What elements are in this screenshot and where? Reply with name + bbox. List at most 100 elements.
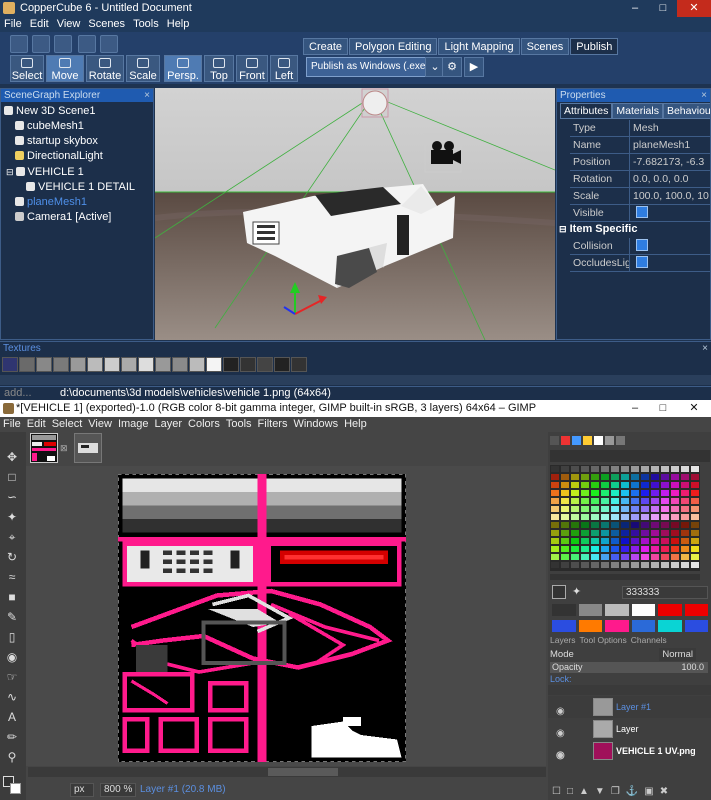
move-tool-icon[interactable]: ✥ [5, 450, 19, 464]
crop-icon[interactable]: ⌖ [5, 530, 19, 544]
fuzzy-select-icon[interactable]: ✦ [5, 510, 19, 524]
menu-colors[interactable]: Colors [185, 417, 223, 432]
texture-thumb[interactable] [240, 357, 256, 372]
duplicate-layer-icon[interactable]: ❐ [611, 786, 620, 800]
lower-layer-icon[interactable]: ▼ [595, 786, 605, 800]
transform-icon[interactable]: ↻ [5, 550, 19, 564]
menu-layer[interactable]: Layer [152, 417, 186, 432]
brush-icon[interactable] [605, 436, 614, 445]
recent-color-swatch[interactable] [684, 620, 708, 632]
maximize-icon[interactable]: □ [649, 0, 677, 17]
eye-icon[interactable]: ◉ [556, 745, 565, 767]
recent-color-swatch[interactable] [605, 604, 629, 616]
rotate-tool-button[interactable]: Rotate [86, 55, 124, 82]
raise-layer-icon[interactable]: ▲ [579, 786, 589, 800]
texture-thumb[interactable] [53, 357, 69, 372]
maximize-icon[interactable]: □ [649, 400, 677, 417]
texture-thumb[interactable] [36, 357, 52, 372]
front-view-button[interactable]: Front [236, 55, 268, 82]
tab-attributes[interactable]: Attributes [560, 103, 613, 119]
fg-color-preview[interactable] [552, 585, 566, 599]
smudge-icon[interactable]: ☞ [5, 670, 19, 684]
recent-color-swatch[interactable] [684, 604, 708, 616]
redo-icon[interactable] [100, 35, 118, 53]
position-field[interactable]: -7.682173, -6.3 [630, 154, 710, 170]
zoom-select[interactable]: 800 % [100, 783, 136, 797]
tree-item-skybox[interactable]: startup skybox [15, 134, 98, 148]
texture-thumb[interactable] [257, 357, 273, 372]
unit-select[interactable]: px [70, 783, 94, 797]
texture-thumb[interactable] [70, 357, 86, 372]
menu-help[interactable]: Help [163, 17, 194, 32]
zoom-icon[interactable]: ⚲ [5, 750, 19, 764]
fg-bg-icon[interactable] [550, 436, 559, 445]
tree-item-vehicle-detail[interactable]: VEHICLE 1 DETAIL [26, 180, 135, 194]
scale-field[interactable]: 100.0, 100.0, 10 [630, 188, 710, 204]
tab-channels[interactable]: Channels [631, 635, 667, 645]
3d-viewport[interactable] [155, 88, 555, 340]
close-icon[interactable]: ✕ [677, 400, 711, 417]
collision-checkbox[interactable] [636, 239, 648, 251]
select-tool-button[interactable]: Select [10, 55, 44, 82]
tree-item-planemesh[interactable]: planeMesh1 [15, 195, 87, 209]
menu-filters[interactable]: Filters [255, 417, 291, 432]
tab-create[interactable]: Create [303, 38, 349, 55]
mask-icon[interactable]: ▣ [644, 786, 653, 800]
publish-target-select[interactable]: Publish as Windows (.exe) [306, 57, 436, 77]
scroll-thumb[interactable] [268, 768, 338, 776]
layer-row[interactable]: ◉ VEHICLE 1 UV.png [548, 740, 711, 762]
menu-edit[interactable]: Edit [26, 17, 53, 32]
recent-color-swatch[interactable] [631, 620, 655, 632]
texture-thumb[interactable] [189, 357, 205, 372]
tree-item-light[interactable]: DirectionalLight [15, 149, 103, 163]
save-icon[interactable] [54, 35, 72, 53]
type-value[interactable]: Mesh [630, 120, 710, 136]
minimize-icon[interactable]: – [621, 0, 649, 17]
scale-tool-button[interactable]: Scale [126, 55, 160, 82]
move-tool-button[interactable]: Move [46, 55, 84, 82]
add-texture-button[interactable]: add... [0, 387, 40, 400]
hex-color-field[interactable]: 333333 [622, 586, 708, 599]
clone-icon[interactable]: ◉ [5, 650, 19, 664]
menu-help[interactable]: Help [341, 417, 370, 432]
texture-thumb[interactable] [155, 357, 171, 372]
eyedropper-icon[interactable]: ✦ [572, 585, 586, 599]
name-field[interactable]: planeMesh1 [630, 137, 710, 153]
menu-file[interactable]: File [0, 17, 26, 32]
horizontal-scrollbar[interactable] [28, 767, 546, 777]
close-icon[interactable]: × [702, 342, 708, 355]
mode-select[interactable]: Normal [659, 648, 696, 661]
tab-tool-options[interactable]: Tool Options [580, 635, 627, 645]
palette-icon[interactable] [594, 436, 603, 445]
palette-icon[interactable] [583, 436, 592, 445]
menu-file[interactable]: File [0, 417, 24, 432]
perspective-view-button[interactable]: Persp. [164, 55, 202, 82]
canvas-area[interactable] [26, 466, 546, 766]
menu-tools[interactable]: Tools [129, 17, 163, 32]
recent-color-swatch[interactable] [631, 604, 655, 616]
texture-thumb[interactable] [121, 357, 137, 372]
rect-select-icon[interactable]: □ [5, 470, 19, 484]
new-layer-icon[interactable]: ☐ [552, 786, 561, 800]
occludes-light-checkbox[interactable] [636, 256, 648, 268]
menu-edit[interactable]: Edit [24, 417, 49, 432]
tab-behaviour[interactable]: Behaviour [662, 103, 710, 119]
paths-icon[interactable]: ∿ [5, 690, 19, 704]
texture-thumb[interactable] [104, 357, 120, 372]
recent-color-swatch[interactable] [658, 620, 682, 632]
new-file-icon[interactable] [10, 35, 28, 53]
texture-thumb[interactable] [2, 357, 18, 372]
texture-thumb[interactable] [87, 357, 103, 372]
menu-windows[interactable]: Windows [290, 417, 341, 432]
top-view-button[interactable]: Top [204, 55, 234, 82]
recent-color-swatch[interactable] [578, 620, 602, 632]
collapse-icon[interactable]: ⊟ [6, 167, 14, 177]
lasso-icon[interactable]: ∽ [5, 490, 19, 504]
palette-icon[interactable] [572, 436, 581, 445]
recent-color-swatch[interactable] [658, 604, 682, 616]
menu-view[interactable]: View [53, 17, 85, 32]
recent-color-swatch[interactable] [578, 604, 602, 616]
uv-texture-canvas[interactable] [118, 474, 406, 762]
texture-thumb[interactable] [291, 357, 307, 372]
color-picker-icon[interactable]: ✏ [5, 730, 19, 744]
